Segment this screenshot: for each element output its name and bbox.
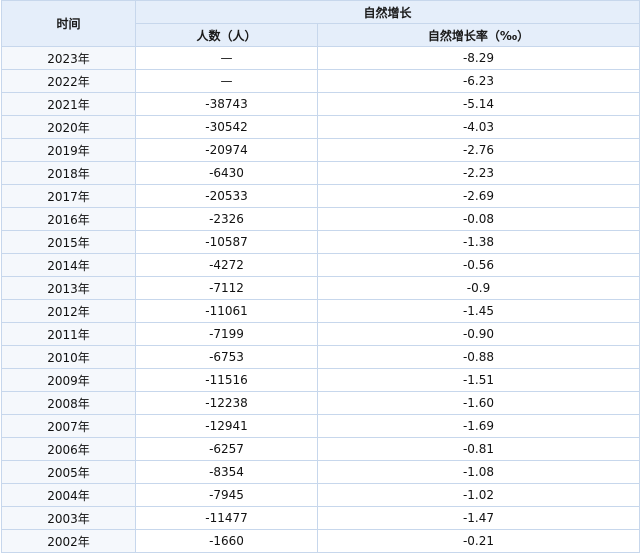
table-row: 2023年 — -8.29	[1, 46, 640, 70]
table-row: 2011年 -7199 -0.90	[1, 322, 640, 346]
people-cell: -12238	[135, 391, 318, 415]
table-row: 2014年 -4272 -0.56	[1, 253, 640, 277]
people-cell: -6257	[135, 437, 318, 461]
rate-cell: -1.45	[316, 299, 640, 323]
rate-cell: -0.56	[316, 253, 640, 277]
table-row: 2008年 -12238 -1.60	[1, 391, 640, 415]
rate-cell: -0.90	[316, 322, 640, 346]
table-row: 2003年 -11477 -1.47	[1, 506, 640, 530]
table-row: 2012年 -11061 -1.45	[1, 299, 640, 323]
year-cell: 2020年	[1, 115, 136, 139]
natural-growth-group-header: 自然增长	[134, 0, 640, 24]
rate-cell: -1.60	[316, 391, 640, 415]
year-cell: 2017年	[1, 184, 136, 208]
table-row: 2020年 -30542 -4.03	[1, 115, 640, 139]
rate-cell: -0.81	[316, 437, 640, 461]
table-body: 2023年 — -8.29 2022年 — -6.23 2021年 -38743 -5.14 20…	[1, 46, 640, 553]
table-row: 2013年 -7112 -0.9	[1, 276, 640, 300]
year-cell: 2005年	[1, 460, 136, 484]
year-cell: 2018年	[1, 161, 136, 185]
table-row: 2016年 -2326 -0.08	[1, 207, 640, 231]
year-cell: 2021年	[1, 92, 136, 116]
table-row: 2019年 -20974 -2.76	[1, 138, 640, 162]
people-cell: —	[135, 69, 318, 93]
table-row: 2018年 -6430 -2.23	[1, 161, 640, 185]
year-cell: 2019年	[1, 138, 136, 162]
table-header: 时间 自然增长 人数（人） 自然增长率（‰）	[1, 0, 640, 47]
year-cell: 2010年	[1, 345, 136, 369]
table-row: 2017年 -20533 -2.69	[1, 184, 640, 208]
table-row: 2021年 -38743 -5.14	[1, 92, 640, 116]
rate-cell: -0.08	[316, 207, 640, 231]
people-cell: -38743	[135, 92, 318, 116]
people-cell: -7112	[135, 276, 318, 300]
rate-cell: -1.51	[316, 368, 640, 392]
people-cell: -6753	[135, 345, 318, 369]
table-row: 2010年 -6753 -0.88	[1, 345, 640, 369]
rate-cell: -1.69	[316, 414, 640, 438]
year-cell: 2008年	[1, 391, 136, 415]
rate-cell: -1.38	[316, 230, 640, 254]
table-row: 2004年 -7945 -1.02	[1, 483, 640, 507]
rate-cell: -1.02	[316, 483, 640, 507]
year-cell: 2004年	[1, 483, 136, 507]
people-cell: -8354	[135, 460, 318, 484]
rate-cell: -1.47	[316, 506, 640, 530]
data-table: 时间 自然增长 人数（人） 自然增长率（‰） 2023年 — -8.29 2022年 —…	[1, 0, 640, 553]
table-row: 2007年 -12941 -1.69	[1, 414, 640, 438]
people-cell: -2326	[135, 207, 318, 231]
rate-cell: -2.76	[316, 138, 640, 162]
table-row: 2005年 -8354 -1.08	[1, 460, 640, 484]
people-cell: -30542	[135, 115, 318, 139]
rate-cell: -8.29	[316, 46, 640, 70]
table-row: 2022年 — -6.23	[1, 69, 640, 93]
year-cell: 2014年	[1, 253, 136, 277]
rate-cell: -0.88	[316, 345, 640, 369]
table-row: 2006年 -6257 -0.81	[1, 437, 640, 461]
year-cell: 2003年	[1, 506, 136, 530]
people-cell: -11061	[135, 299, 318, 323]
year-cell: 2016年	[1, 207, 136, 231]
people-cell: -20533	[135, 184, 318, 208]
year-cell: 2022年	[1, 69, 136, 93]
people-cell: -11477	[135, 506, 318, 530]
rate-cell: -0.21	[316, 529, 640, 553]
people-cell: -20974	[135, 138, 318, 162]
year-cell: 2013年	[1, 276, 136, 300]
people-cell: -11516	[135, 368, 318, 392]
year-cell: 2012年	[1, 299, 136, 323]
people-cell: -1660	[135, 529, 318, 553]
year-cell: 2011年	[1, 322, 136, 346]
people-cell: —	[135, 46, 318, 70]
people-cell: -6430	[135, 161, 318, 185]
rate-column-header: 自然增长率（‰）	[316, 23, 640, 47]
rate-cell: -2.23	[316, 161, 640, 185]
table-row: 2015年 -10587 -1.38	[1, 230, 640, 254]
rate-cell: -1.08	[316, 460, 640, 484]
people-cell: -4272	[135, 253, 318, 277]
year-cell: 2002年	[1, 529, 136, 553]
year-cell: 2006年	[1, 437, 136, 461]
people-cell: -10587	[135, 230, 318, 254]
rate-cell: -0.9	[316, 276, 640, 300]
rate-cell: -4.03	[316, 115, 640, 139]
people-cell: -7199	[135, 322, 318, 346]
table-row: 2002年 -1660 -0.21	[1, 529, 640, 553]
rate-cell: -6.23	[316, 69, 640, 93]
people-cell: -12941	[135, 414, 318, 438]
year-cell: 2007年	[1, 414, 136, 438]
year-cell: 2023年	[1, 46, 136, 70]
year-cell: 2015年	[1, 230, 136, 254]
year-column-header: 时间	[1, 0, 136, 47]
people-column-header: 人数（人）	[135, 23, 318, 47]
rate-cell: -5.14	[316, 92, 640, 116]
rate-cell: -2.69	[316, 184, 640, 208]
people-cell: -7945	[135, 483, 318, 507]
year-cell: 2009年	[1, 368, 136, 392]
table-row: 2009年 -11516 -1.51	[1, 368, 640, 392]
